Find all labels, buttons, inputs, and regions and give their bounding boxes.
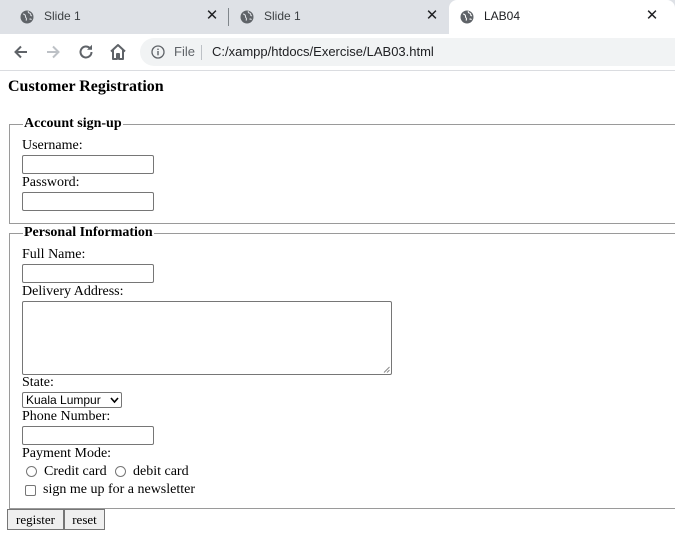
credit-card-label: Credit card — [44, 464, 107, 479]
resize-grip-icon[interactable] — [383, 366, 390, 373]
page-title: Customer Registration — [8, 78, 164, 95]
delivery-address-textarea[interactable] — [22, 301, 392, 375]
fieldset-legend: Account sign-up — [23, 116, 123, 132]
password-input[interactable] — [22, 192, 154, 211]
browser-toolbar: File C:/xampp/htdocs/Exercise/LAB03.html — [0, 34, 675, 71]
register-button[interactable]: register — [7, 509, 64, 530]
state-label: State: — [22, 375, 54, 390]
tab-title: LAB04 — [484, 9, 521, 23]
state-select[interactable]: Kuala Lumpur — [22, 392, 122, 408]
tab-slide-1-second[interactable]: Slide 1 ✕ — [229, 0, 448, 34]
globe-icon — [460, 10, 474, 24]
reload-icon[interactable] — [76, 42, 96, 62]
payment-mode-label: Payment Mode: — [22, 446, 112, 461]
reset-button[interactable]: reset — [64, 509, 105, 530]
tab-title: Slide 1 — [264, 9, 301, 23]
close-tab-icon[interactable]: ✕ — [644, 8, 660, 24]
home-icon[interactable] — [108, 42, 128, 62]
close-tab-icon[interactable]: ✕ — [204, 8, 220, 24]
newsletter-label: sign me up for a newsletter — [43, 482, 196, 497]
fieldset-legend: Personal Information — [23, 225, 154, 241]
tab-lab04[interactable]: LAB04 ✕ — [449, 0, 675, 34]
address-bar[interactable]: File C:/xampp/htdocs/Exercise/LAB03.html — [140, 38, 675, 66]
close-tab-icon[interactable]: ✕ — [424, 8, 440, 24]
info-icon[interactable] — [151, 45, 165, 59]
phone-number-label: Phone Number: — [22, 409, 111, 424]
debit-card-radio[interactable] — [115, 466, 126, 477]
username-input[interactable] — [22, 155, 154, 174]
url-text[interactable]: C:/xampp/htdocs/Exercise/LAB03.html — [212, 44, 434, 59]
newsletter-checkbox[interactable] — [25, 485, 36, 496]
globe-icon — [240, 10, 254, 24]
delivery-address-label: Delivery Address: — [22, 284, 124, 299]
state-selected-value: Kuala Lumpur — [26, 393, 101, 407]
full-name-input[interactable] — [22, 264, 154, 283]
full-name-label: Full Name: — [22, 247, 86, 262]
credit-card-radio[interactable] — [26, 466, 37, 477]
phone-number-input[interactable] — [22, 426, 154, 445]
tab-strip: Slide 1 ✕ Slide 1 ✕ LAB04 ✕ — [0, 0, 675, 34]
password-label: Password: — [22, 175, 80, 190]
scheme-label: File — [174, 44, 195, 59]
debit-card-label: debit card — [133, 464, 189, 479]
forward-arrow-icon[interactable] — [43, 42, 63, 62]
tab-title: Slide 1 — [44, 9, 81, 23]
chevron-down-icon — [110, 397, 119, 404]
globe-icon — [20, 10, 34, 24]
username-label: Username: — [22, 138, 83, 153]
back-arrow-icon[interactable] — [11, 42, 31, 62]
tab-slide-1-first[interactable]: Slide 1 ✕ — [0, 0, 228, 34]
address-separator — [201, 45, 202, 60]
